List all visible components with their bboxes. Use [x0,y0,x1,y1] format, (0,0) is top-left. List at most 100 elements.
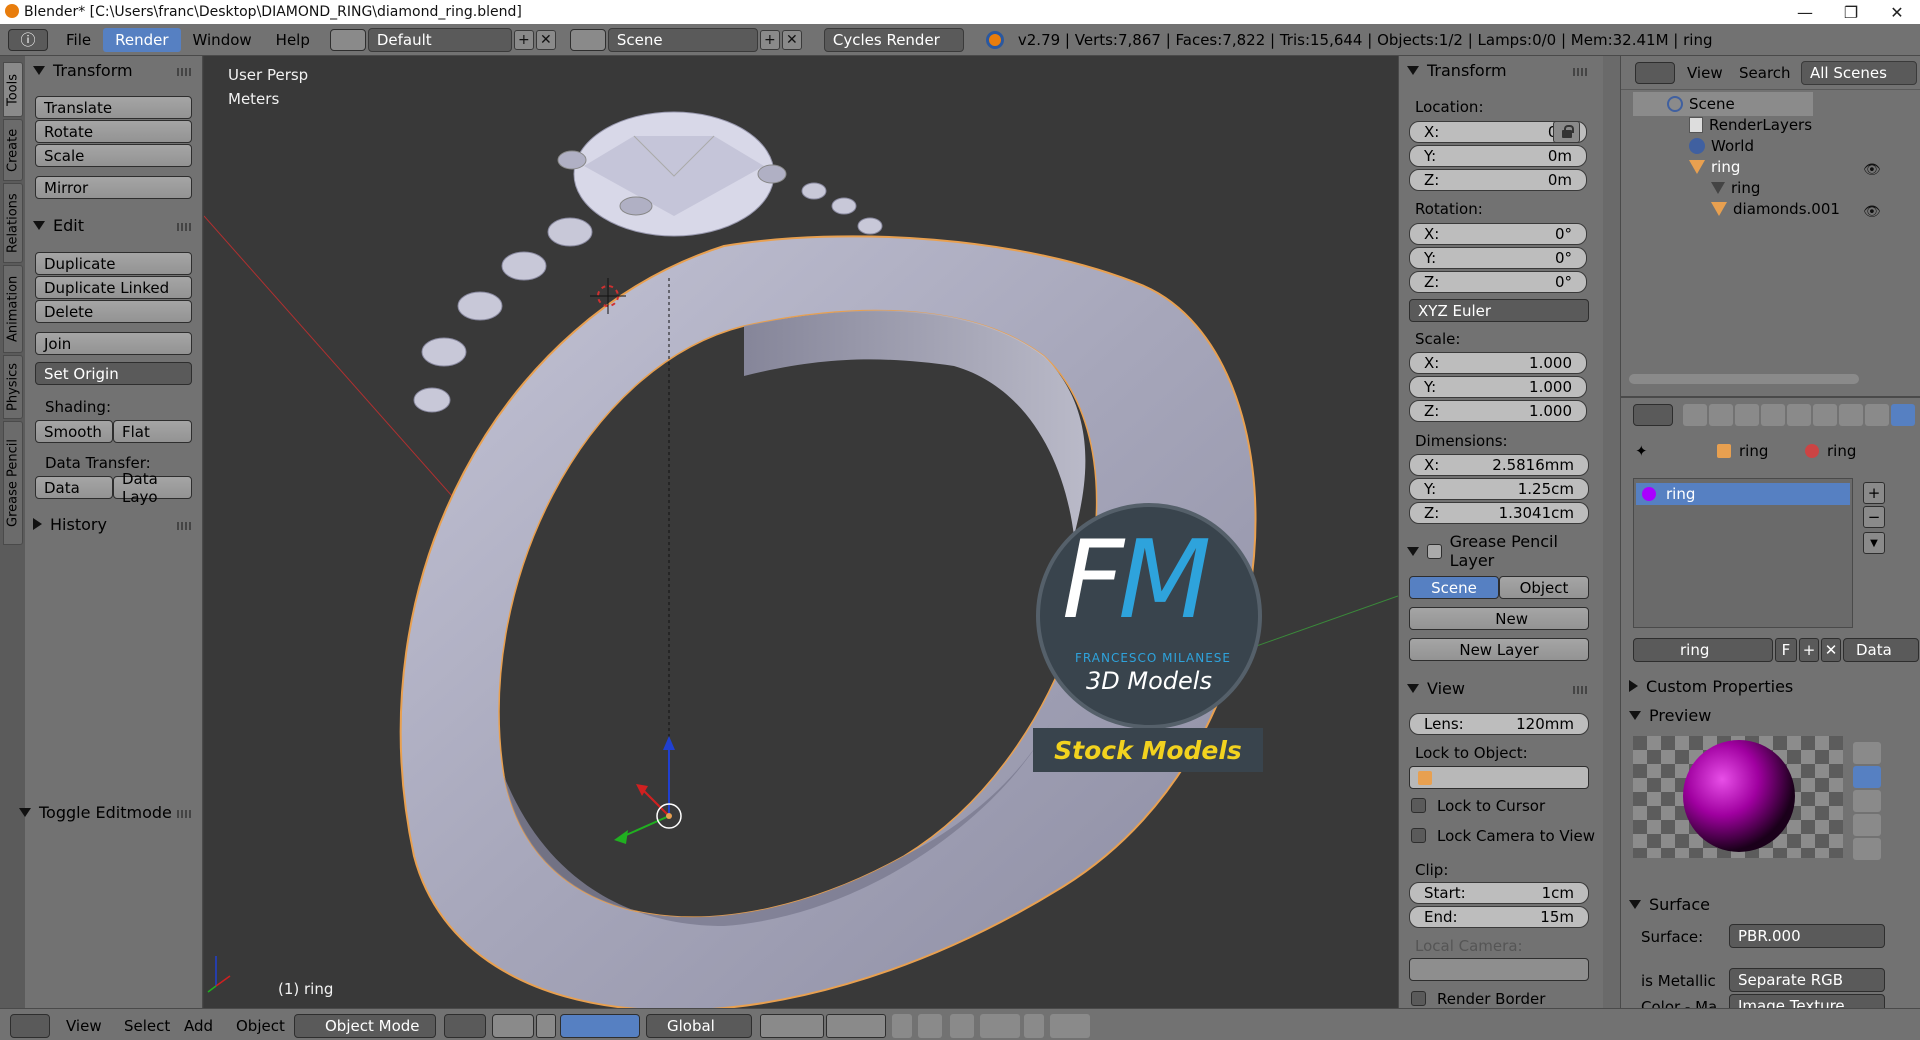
add-scene-icon[interactable]: + [759,29,780,50]
location-y-field[interactable]: Y: 0m [1409,145,1587,167]
grease-pencil-layer-header[interactable]: Grease Pencil Layer [1399,532,1603,570]
panel-grip-icon[interactable] [177,223,191,231]
pin-icon[interactable]: ✦ [1635,442,1648,460]
lock-camera-checkbox[interactable] [1411,828,1426,843]
object-tab-icon[interactable] [1787,404,1811,426]
modifiers-tab-icon[interactable] [1839,404,1863,426]
remove-layout-icon[interactable]: ✕ [535,29,556,50]
proportional-falloff-icon[interactable] [950,1014,974,1038]
clip-start-field[interactable]: Start: 1cm [1409,882,1589,904]
editor-type-icon[interactable] [10,1014,50,1038]
manipulator-type-icon[interactable] [560,1014,640,1038]
tab-tools[interactable]: Tools [3,62,23,117]
preview-header[interactable]: Preview [1621,703,1711,727]
preview-hair-icon[interactable] [1853,838,1881,860]
lock-layers-icon[interactable] [892,1014,912,1038]
lock-object-field[interactable] [1409,766,1589,789]
layers-tab-icon[interactable] [1709,404,1733,426]
constraints-tab-icon[interactable] [1813,404,1837,426]
rotation-mode-select[interactable]: XYZ Euler [1409,299,1589,322]
data-layout-button[interactable]: Data Layo [113,470,192,506]
duplicate-button[interactable]: Duplicate [35,252,192,275]
render-border-checkbox[interactable] [1411,991,1426,1006]
material-name-field[interactable]: ring [1633,638,1773,662]
edit-panel-header[interactable]: Edit [25,213,84,237]
clip-end-field[interactable]: End: 15m [1409,906,1589,928]
transform-panel-header[interactable]: Transform [1399,58,1507,82]
location-z-field[interactable]: Z: 0m [1409,169,1587,191]
outliner-item-ring[interactable]: ring [1689,158,1740,176]
pivot-point-icon[interactable] [492,1014,534,1038]
lock-to-cursor-checkbox[interactable] [1411,798,1426,813]
scene-icon[interactable] [569,28,606,51]
preview-flat-icon[interactable] [1853,742,1881,764]
surface-shader-select[interactable]: PBR.000 [1729,924,1885,948]
object-menu[interactable]: Object [236,1014,285,1038]
visibility-eye-icon[interactable]: 👁 [1863,204,1881,220]
toggle-editmode-header[interactable]: Toggle Editmode [11,800,172,824]
render-engine-select[interactable]: Cycles Render [823,27,964,52]
scene-field[interactable]: Scene [607,27,758,52]
editor-type-icon[interactable]: ⓘ [8,28,48,51]
snap-icon[interactable] [980,1014,1020,1038]
history-panel-header[interactable]: History [25,512,107,536]
outliner-view-menu[interactable]: View [1687,64,1723,82]
dimensions-z-field[interactable]: Z: 1.3041cm [1409,502,1589,524]
outliner-item-scene[interactable]: Scene [1667,95,1735,113]
view-menu[interactable]: View [66,1014,102,1038]
interaction-mode-select[interactable]: Object Mode [294,1014,436,1038]
new-material-icon[interactable]: + [1799,638,1819,662]
menu-file[interactable]: File [54,28,103,52]
lock-icon[interactable] [1553,121,1580,143]
display-mode-select[interactable]: All Scenes [1801,61,1917,85]
material-slots-list[interactable]: ring [1633,478,1853,628]
editor-type-icon[interactable] [1633,404,1673,426]
outliner-search-menu[interactable]: Search [1739,64,1791,82]
is-metallic-select[interactable]: Separate RGB [1729,968,1885,992]
breadcrumb-object[interactable]: ring [1717,442,1768,460]
remove-scene-icon[interactable]: ✕ [781,29,802,50]
delete-button[interactable]: Delete [35,300,192,323]
minimize-icon[interactable]: — [1782,0,1828,24]
transform-panel-header[interactable]: Transform [25,58,133,82]
translate-button[interactable]: Translate [35,96,192,119]
join-button[interactable]: Join [35,332,192,355]
outliner-item-ring-mesh[interactable]: ring [1711,179,1760,197]
tab-create[interactable]: Create [3,119,23,181]
tab-relations[interactable]: Relations [3,183,23,263]
manipulator-toggle-icon[interactable] [536,1014,556,1038]
panel-grip-icon[interactable] [1573,686,1587,694]
select-menu[interactable]: Select [124,1014,170,1038]
preview-cube-icon[interactable] [1853,790,1881,812]
proportional-edit-icon[interactable] [918,1014,942,1038]
flat-button[interactable]: Flat [113,420,192,443]
scene-tab-icon[interactable] [1735,404,1759,426]
close-icon[interactable]: ✕ [1874,0,1920,24]
gp-layer-checkbox[interactable] [1427,543,1442,559]
menu-render[interactable]: Render [103,27,181,52]
add-menu[interactable]: Add [184,1014,213,1038]
viewport-shading-icon[interactable] [444,1014,486,1038]
add-slot-icon[interactable]: + [1863,482,1885,504]
dimensions-x-field[interactable]: X: 2.5816mm [1409,454,1589,476]
add-layout-icon[interactable]: + [513,29,534,50]
screen-layout-icon[interactable] [329,28,366,51]
panel-grip-icon[interactable] [177,522,191,530]
gp-new-layer-button[interactable]: New Layer [1409,638,1589,661]
dimensions-y-field[interactable]: Y: 1.25cm [1409,478,1589,500]
rotation-x-field[interactable]: X: 0° [1409,223,1587,245]
rotation-y-field[interactable]: Y: 0° [1409,247,1587,269]
tab-grease-pencil[interactable]: Grease Pencil [3,421,23,545]
layers-grid-icon[interactable] [760,1014,824,1038]
gp-scene-button[interactable]: Scene [1409,576,1499,599]
editor-type-icon[interactable] [1635,62,1675,84]
outliner-item-renderlayers[interactable]: RenderLayers [1689,116,1812,134]
outliner-item-diamonds[interactable]: diamonds.001 [1711,200,1840,218]
snap-target-icon[interactable] [1024,1014,1044,1038]
gp-object-button[interactable]: Object [1499,576,1589,599]
scale-button[interactable]: Scale [35,144,192,167]
set-origin-select[interactable]: Set Origin [35,362,192,385]
data-tab-icon[interactable] [1865,404,1889,426]
panel-grip-icon[interactable] [1573,68,1587,76]
view-panel-header[interactable]: View [1399,676,1465,700]
